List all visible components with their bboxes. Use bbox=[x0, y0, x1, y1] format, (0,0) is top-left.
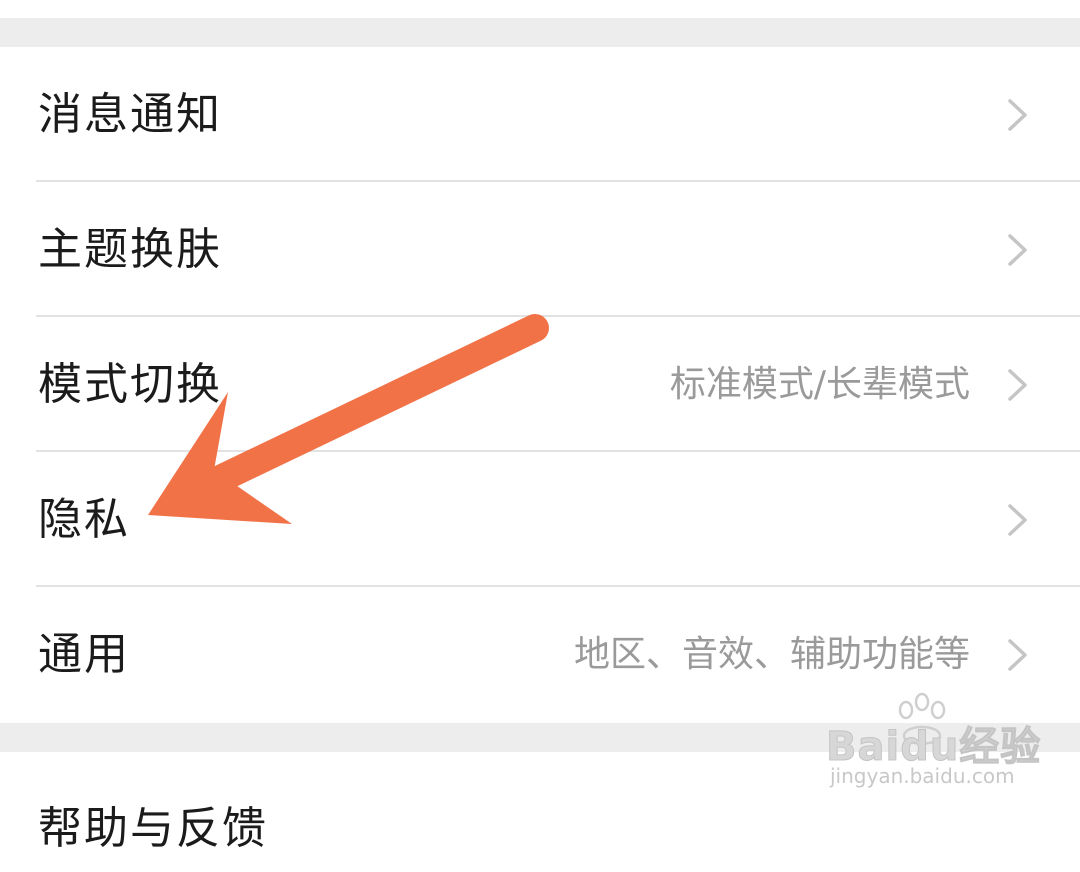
chevron-right-icon bbox=[1008, 503, 1027, 536]
settings-row-privacy[interactable]: 隐私 bbox=[0, 452, 1080, 587]
chevron-right-icon bbox=[1008, 368, 1027, 401]
settings-row-notifications[interactable]: 消息通知 bbox=[0, 47, 1080, 182]
row-label: 通用 bbox=[38, 629, 130, 680]
row-label: 隐私 bbox=[38, 494, 130, 545]
settings-row-theme[interactable]: 主题换肤 bbox=[0, 182, 1080, 317]
settings-group: 消息通知 主题换肤 模式切换 标准模式/长辈模式 隐私 通用 地区、音效、辅助功… bbox=[0, 47, 1080, 723]
chevron-right-icon bbox=[1008, 233, 1027, 266]
settings-row-mode[interactable]: 模式切换 标准模式/长辈模式 bbox=[0, 317, 1080, 452]
row-label: 主题换肤 bbox=[38, 224, 222, 275]
row-label: 模式切换 bbox=[38, 359, 222, 410]
watermark-url: jingyan.baidu.com bbox=[830, 764, 1015, 788]
watermark: Baidu经验 jingyan.baidu.com bbox=[825, 692, 1041, 792]
chevron-right-icon bbox=[1008, 638, 1027, 671]
row-label: 帮助与反馈 bbox=[38, 803, 268, 854]
row-value: 标准模式/长辈模式 bbox=[669, 364, 970, 405]
row-label: 消息通知 bbox=[38, 89, 222, 140]
chevron-right-icon bbox=[1008, 98, 1027, 131]
top-strip bbox=[0, 0, 1080, 18]
